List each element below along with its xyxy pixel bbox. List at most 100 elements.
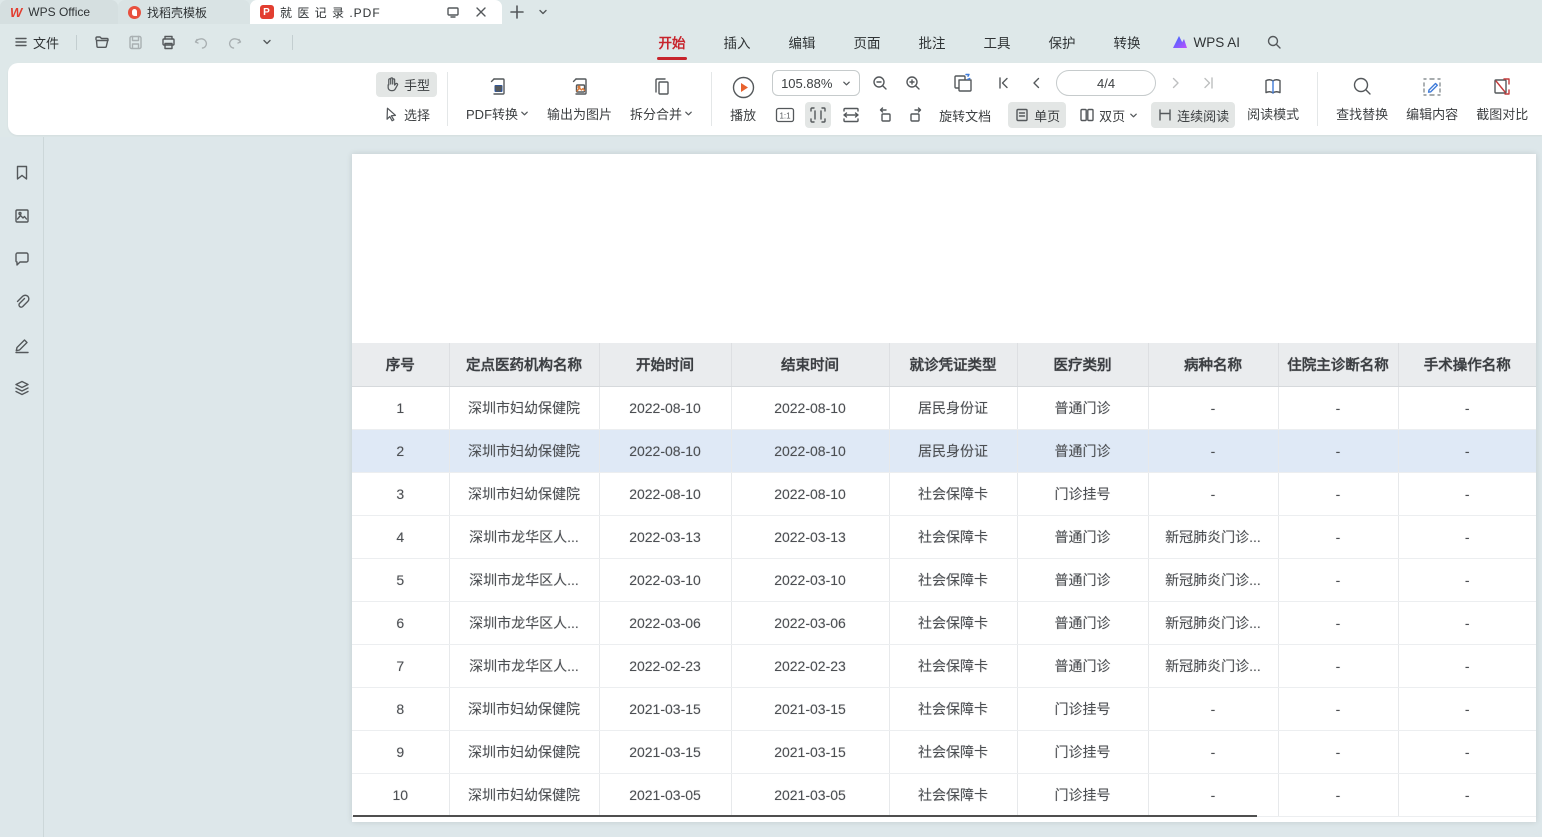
single-page-label: 单页 [1034, 106, 1060, 125]
save-button[interactable] [123, 30, 147, 54]
tab-wps-office[interactable]: W WPS Office [0, 0, 118, 24]
layers-icon[interactable] [10, 376, 34, 400]
divider [76, 35, 77, 50]
zoom-in-button[interactable] [900, 70, 926, 96]
single-page-icon [1014, 107, 1030, 123]
menu-item[interactable]: 页面 [851, 24, 882, 60]
rotate-doc-label[interactable]: 旋转文档 [937, 106, 993, 125]
table-cell: 2022-03-06 [731, 601, 889, 644]
zoom-level-value: 105.88% [781, 76, 832, 91]
menu-item[interactable]: 保护 [1046, 24, 1077, 60]
table-cell: 2021-03-15 [731, 730, 889, 773]
file-menu-label: 文件 [33, 33, 59, 52]
edit-content-button[interactable]: 编辑内容 [1398, 71, 1466, 127]
double-page-button[interactable]: 双页 [1073, 102, 1144, 128]
last-page-button[interactable] [1196, 70, 1222, 96]
table-cell: 2021-03-15 [599, 687, 731, 730]
zoom-out-button[interactable] [867, 70, 893, 96]
tab-template-store[interactable]: 找稻壳模板 [118, 0, 250, 24]
new-tab-button[interactable] [502, 0, 532, 24]
fit-width-button[interactable] [838, 102, 864, 128]
first-page-button[interactable] [990, 70, 1016, 96]
table-cell: 普通门诊 [1017, 601, 1148, 644]
export-image-button[interactable]: 输出为图片 [539, 71, 620, 127]
table-cell: - [1398, 730, 1536, 773]
attachments-icon[interactable] [10, 290, 34, 314]
table-cell: - [1398, 687, 1536, 730]
actual-size-button[interactable]: 1:1 [772, 102, 798, 128]
wps-ai-icon [1172, 35, 1188, 49]
signature-icon[interactable] [10, 333, 34, 357]
close-tab-icon[interactable] [470, 0, 492, 24]
table-cell: 3 [352, 472, 449, 515]
pdf-page: 序号定点医药机构名称开始时间结束时间就诊凭证类型医疗类别病种名称住院主诊断名称手… [352, 154, 1536, 822]
table-cell: 门诊挂号 [1017, 687, 1148, 730]
tab-label: WPS Office [28, 5, 90, 19]
next-page-button[interactable] [1163, 70, 1189, 96]
read-mode-button[interactable]: 阅读模式 [1239, 71, 1307, 127]
hand-tool-label: 手型 [404, 75, 430, 94]
table-cell: 普通门诊 [1017, 386, 1148, 429]
pdf-convert-button[interactable]: W PDF转换 [458, 71, 537, 127]
table-cell: - [1278, 386, 1398, 429]
table-row: 6深圳市龙华区人...2022-03-062022-03-06社会保障卡普通门诊… [352, 601, 1536, 644]
menu-item[interactable]: 插入 [721, 24, 752, 60]
comments-icon[interactable] [10, 247, 34, 271]
hand-tool-button[interactable]: 手型 [376, 72, 437, 97]
page-indicator-input[interactable]: 4/4 [1056, 70, 1156, 96]
wps-logo-icon: W [10, 6, 22, 19]
table-cell: 2022-03-10 [599, 558, 731, 601]
menu-item[interactable]: 转换 [1111, 24, 1142, 60]
menu-item[interactable]: 编辑 [786, 24, 817, 60]
continuous-reading-label: 连续阅读 [1177, 106, 1229, 125]
open-file-button[interactable] [90, 30, 114, 54]
table-cell: - [1398, 429, 1536, 472]
print-button[interactable] [156, 30, 180, 54]
table-cell: 深圳市龙华区人... [449, 558, 599, 601]
replace-pages-button[interactable] [949, 70, 975, 96]
global-search-icon[interactable] [1262, 30, 1286, 54]
menu-item[interactable]: 工具 [981, 24, 1012, 60]
quick-access-chevron-icon[interactable] [255, 30, 279, 54]
tab-list-chevron-icon[interactable] [532, 0, 554, 24]
table-cell: 4 [352, 515, 449, 558]
column-header: 序号 [352, 343, 449, 386]
rotate-left-button[interactable] [871, 102, 897, 128]
screen-share-icon[interactable] [442, 0, 464, 24]
compress-button[interactable]: 压缩 [1538, 71, 1542, 127]
table-cell: 1 [352, 386, 449, 429]
tab-document-active[interactable]: P 就 医 记 录 .PDF [250, 0, 502, 24]
table-row: 7深圳市龙华区人...2022-02-232022-02-23社会保障卡普通门诊… [352, 644, 1536, 687]
continuous-reading-button[interactable]: 连续阅读 [1151, 102, 1235, 128]
table-cell: - [1398, 601, 1536, 644]
rotate-right-button[interactable] [904, 102, 930, 128]
thumbnails-icon[interactable] [10, 204, 34, 228]
screenshot-compare-button[interactable]: 截图对比 [1468, 71, 1536, 127]
table-cell: - [1278, 472, 1398, 515]
table-cell: 2021-03-05 [731, 773, 889, 816]
table-cell: - [1148, 773, 1278, 816]
menu-item[interactable]: 开始 [656, 24, 687, 60]
menu-item[interactable]: 批注 [916, 24, 947, 60]
menu-items: 开始插入编辑页面批注工具保护转换 [656, 24, 1142, 60]
fit-page-button[interactable] [805, 102, 831, 128]
table-cell: - [1398, 558, 1536, 601]
find-replace-button[interactable]: 查找替换 [1328, 71, 1396, 127]
table-row: 10深圳市妇幼保健院2021-03-052021-03-05社会保障卡门诊挂号-… [352, 773, 1536, 816]
file-menu-button[interactable]: 文件 [10, 31, 63, 54]
table-cell: 2022-03-13 [731, 515, 889, 558]
play-button[interactable]: 播放 [722, 71, 764, 128]
table-cell: 2022-02-23 [731, 644, 889, 687]
zoom-level-select[interactable]: 105.88% [772, 70, 860, 96]
undo-button[interactable] [189, 30, 213, 54]
redo-button[interactable] [222, 30, 246, 54]
table-cell: - [1398, 773, 1536, 816]
select-tool-button[interactable]: 选择 [376, 102, 437, 127]
column-header: 医疗类别 [1017, 343, 1148, 386]
table-cell: 深圳市妇幼保健院 [449, 773, 599, 816]
bookmarks-icon[interactable] [10, 161, 34, 185]
previous-page-button[interactable] [1023, 70, 1049, 96]
single-page-button[interactable]: 单页 [1008, 102, 1066, 128]
wps-ai-button[interactable]: WPS AI [1172, 35, 1240, 50]
split-merge-button[interactable]: 拆分合并 [622, 71, 701, 127]
